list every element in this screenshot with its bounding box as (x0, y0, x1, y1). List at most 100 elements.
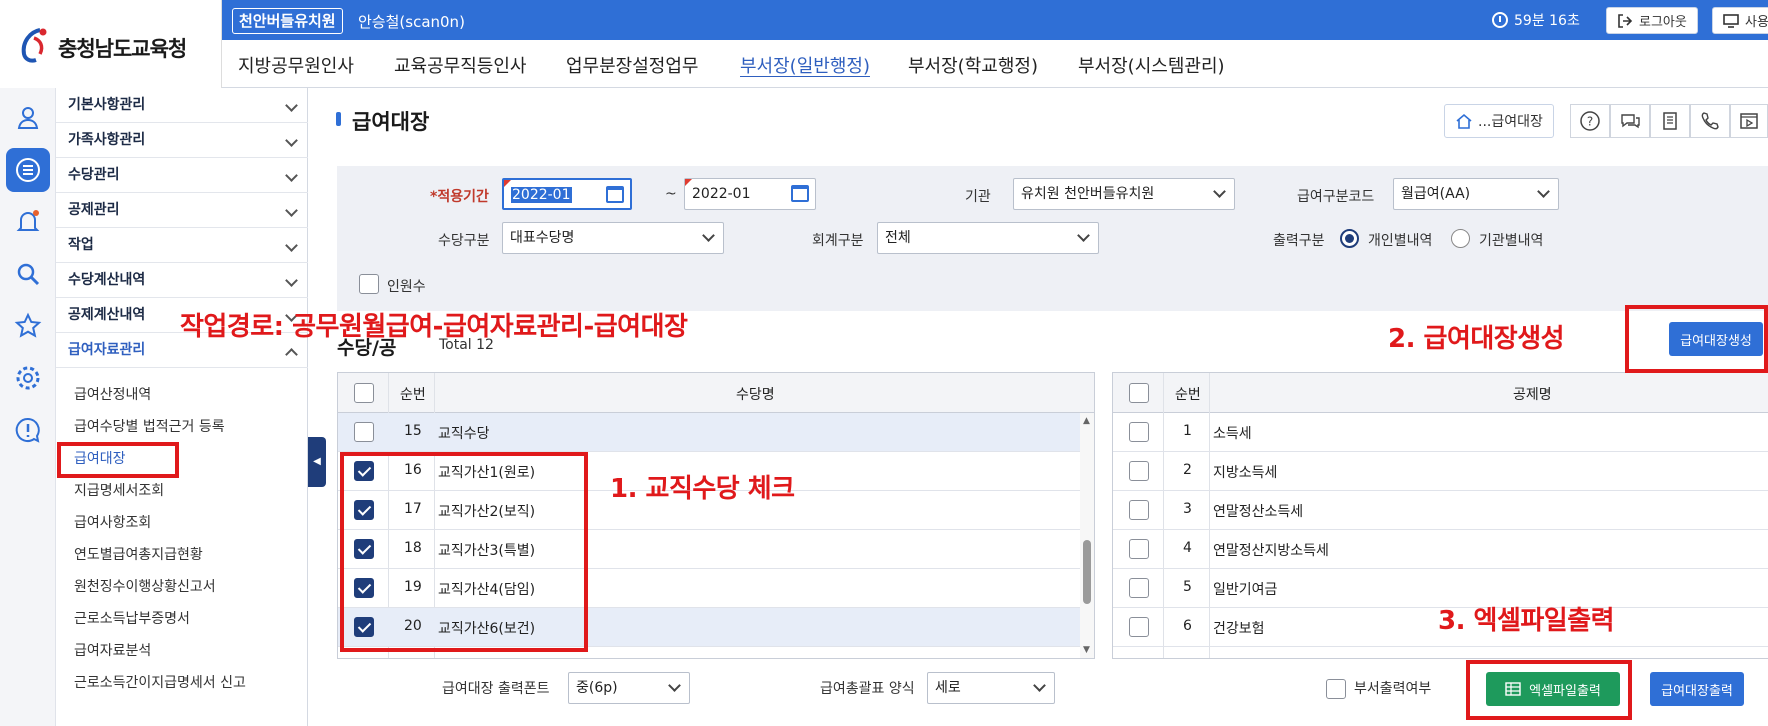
sidebar-item-label: 공제계산내역 (68, 307, 146, 323)
sub-item-annual-total[interactable]: 연도별급여총지급현황 (74, 544, 203, 564)
annotation-box-checks (340, 452, 588, 652)
row-checkbox[interactable] (1129, 617, 1149, 637)
nav-item-edu-staff-hr[interactable]: 교육공무직등인사 (394, 52, 526, 78)
allowance-scrollbar[interactable]: ▲ ▼ (1080, 413, 1094, 658)
headcount-checkbox[interactable] (359, 274, 379, 294)
logo[interactable]: 충청남도교육청 (0, 0, 222, 88)
chevron-down-icon (285, 274, 298, 287)
output-individual-label: 개인별내역 (1368, 233, 1433, 249)
summary-form-label: 급여총괄표 양식 (820, 681, 915, 697)
extra-button[interactable]: 사용 (1712, 7, 1768, 34)
scroll-up-icon[interactable]: ▲ (1083, 416, 1090, 426)
nav-item-dept-general[interactable]: 부서장(일반행정) (740, 52, 870, 78)
print-ledger-button[interactable]: 급여대장출력 (1650, 672, 1744, 706)
chat-icon (1621, 114, 1640, 129)
select-all-checkbox[interactable] (354, 383, 374, 403)
sidebar-item-allowance-calc[interactable]: 수당계산내역 (56, 263, 308, 298)
row-checkbox[interactable] (1129, 461, 1149, 481)
dept-print-checkbox[interactable] (1326, 679, 1346, 699)
top-bar: 천안버들유치원 안승철(scan0n) 59분 16초 로그아웃 사용 (222, 0, 1768, 40)
sub-item-calc-detail[interactable]: 급여산정내역 (74, 384, 151, 404)
main-nav: 지방공무원인사 교육공무직등인사 업무분장설정업무 부서장(일반행정) 부서장(… (222, 40, 1768, 88)
row-checkbox[interactable] (1129, 539, 1149, 559)
table-row[interactable]: 15 교직수당 (338, 413, 1094, 452)
session-timer: 59분 16초 (1492, 10, 1580, 30)
document-button[interactable] (1650, 104, 1690, 138)
sidebar-item-family[interactable]: 가족사항관리 (56, 123, 308, 158)
account-value: 전체 (885, 230, 911, 246)
table-row[interactable]: 4 연말정산지방소득세 (1113, 530, 1768, 569)
nav-item-duty-assign[interactable]: 업무분장설정업무 (566, 52, 698, 78)
rail-list[interactable] (6, 148, 50, 192)
col-no: 순번 (1175, 387, 1201, 403)
summary-form-select[interactable]: 세로 (927, 672, 1055, 704)
rail-alert[interactable] (6, 408, 50, 452)
filter-panel: *적용기간 2022-01 ~ 2022-01 기관 유치원 천안버들유치원 급… (337, 166, 1768, 311)
allowance-type-label: 수당구분 (438, 233, 490, 249)
org-value: 유치원 천안버들유치원 (1021, 186, 1155, 202)
pay-code-label: 급여구분코드 (1297, 189, 1375, 205)
sub-item-simple-statement[interactable]: 근로소득간이지급명세서 신고 (74, 672, 246, 692)
pay-code-select[interactable]: 월급여(AA) (1393, 178, 1559, 210)
phone-icon (1701, 112, 1719, 130)
help-button[interactable]: ? (1570, 104, 1610, 138)
sidebar-item-task[interactable]: 작업 (56, 228, 308, 263)
org-select[interactable]: 유치원 천안버들유치원 (1013, 178, 1235, 210)
media-button[interactable] (1730, 104, 1768, 138)
rail-search[interactable] (6, 252, 50, 296)
sub-item-withholding[interactable]: 원천징수이행상황신고서 (74, 576, 216, 596)
rail-person[interactable] (6, 96, 50, 140)
user-name: 안승철(scan0n) (358, 13, 465, 31)
row-checkbox[interactable] (1129, 500, 1149, 520)
annotation-box-excel (1466, 660, 1632, 720)
sub-item-legal-basis[interactable]: 급여수당별 법적근거 등록 (74, 416, 225, 436)
sub-item-statement[interactable]: 지급명세서조회 (74, 480, 164, 500)
sidebar-collapse-button[interactable]: ◀ (308, 437, 326, 487)
phone-button[interactable] (1690, 104, 1730, 138)
scroll-thumb[interactable] (1083, 540, 1091, 604)
font-select[interactable]: 중(6p) (568, 672, 690, 704)
sidebar-item-allowance[interactable]: 수당관리 (56, 158, 308, 193)
output-individual-radio[interactable] (1340, 229, 1359, 248)
account-label: 회계구분 (812, 233, 864, 249)
chat-button[interactable] (1610, 104, 1650, 138)
nav-item-dept-school[interactable]: 부서장(학교행정) (908, 52, 1038, 78)
col-no: 순번 (400, 387, 426, 403)
help-icon: ? (1580, 111, 1600, 131)
sub-item-analysis[interactable]: 급여자료분석 (74, 640, 151, 660)
account-select[interactable]: 전체 (877, 222, 1099, 254)
font-value: 중(6p) (576, 680, 618, 696)
monitor-icon (1723, 13, 1739, 28)
logout-button[interactable]: 로그아웃 (1606, 7, 1698, 34)
row-checkbox[interactable] (1129, 422, 1149, 442)
sub-item-pay-inquiry[interactable]: 급여사항조회 (74, 512, 151, 532)
row-no: 1 (1183, 423, 1192, 439)
rail-gear[interactable] (6, 356, 50, 400)
scroll-down-icon[interactable]: ▼ (1083, 645, 1090, 655)
row-checkbox[interactable] (1129, 578, 1149, 598)
row-checkbox[interactable] (354, 422, 374, 442)
rail-star[interactable] (6, 304, 50, 348)
select-all-checkbox[interactable] (1129, 383, 1149, 403)
allowance-type-select[interactable]: 대표수당명 (502, 222, 724, 254)
nav-item-dept-system[interactable]: 부서장(시스템관리) (1078, 52, 1225, 78)
table-row[interactable]: 2 지방소득세 (1113, 452, 1768, 491)
table-row[interactable]: 3 연말정산소득세 (1113, 491, 1768, 530)
calendar-icon[interactable] (791, 185, 809, 202)
media-icon (1740, 113, 1758, 129)
period-to-input[interactable]: 2022-01 (684, 178, 816, 210)
row-name: 소득세 (1213, 426, 1252, 442)
period-from-input[interactable]: 2022-01 (502, 178, 632, 210)
nav-item-local-hr[interactable]: 지방공무원인사 (238, 52, 354, 78)
sub-item-tax-cert[interactable]: 근로소득납부증명서 (74, 608, 190, 628)
table-row[interactable]: 1 소득세 (1113, 413, 1768, 452)
pay-code-value: 월급여(AA) (1401, 186, 1471, 202)
org-badge[interactable]: 천안버들유치원 (232, 8, 343, 34)
sidebar-item-basic[interactable]: 기본사항관리 (56, 88, 308, 123)
output-org-radio[interactable] (1451, 229, 1470, 248)
rail-bell[interactable] (6, 200, 50, 244)
sidebar-item-deduction[interactable]: 공제관리 (56, 193, 308, 228)
calendar-icon[interactable] (606, 186, 624, 203)
allowance-type-value: 대표수당명 (510, 230, 575, 246)
breadcrumb[interactable]: ...급여대장 (1444, 104, 1554, 138)
